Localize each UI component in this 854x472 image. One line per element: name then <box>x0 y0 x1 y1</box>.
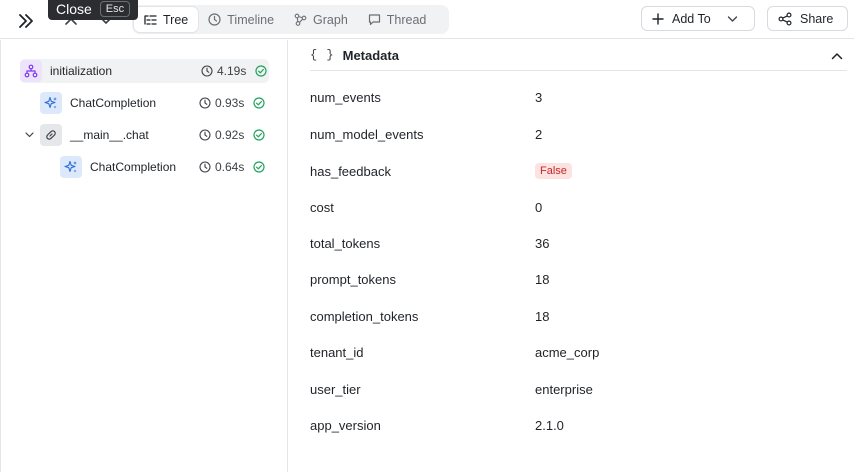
sparkle-icon <box>40 92 62 114</box>
metadata-row: user_tier enterprise <box>310 379 840 399</box>
double-chevron-right-icon <box>19 14 33 28</box>
tab-graph[interactable]: Graph <box>284 7 358 32</box>
tab-timeline[interactable]: Timeline <box>198 7 284 32</box>
tree-list-icon <box>144 14 157 25</box>
metadata-key: has_feedback <box>310 163 391 179</box>
expand-panel-button[interactable] <box>13 10 39 32</box>
hierarchy-icon <box>20 60 42 82</box>
share-icon <box>778 12 792 26</box>
check-circle-icon <box>253 161 265 173</box>
braces-icon: { } <box>310 48 335 62</box>
chevron-down-icon <box>727 15 737 22</box>
add-to-button[interactable]: Add To <box>641 6 755 31</box>
clock-icon <box>199 161 211 173</box>
share-button[interactable]: Share <box>767 6 848 31</box>
view-tabs: Tree Timeline Graph Thread <box>132 5 449 34</box>
metadata-row: app_version 2.1.0 <box>310 415 840 435</box>
duration: 0.64s <box>215 160 245 174</box>
metadata-key: cost <box>310 199 334 215</box>
metadata-row: cost 0 <box>310 197 840 217</box>
metadata-value: 2 <box>535 126 543 142</box>
metadata-value: enterprise <box>535 381 593 397</box>
metadata-key: completion_tokens <box>310 308 419 324</box>
clock-icon <box>199 129 211 141</box>
metadata-value: acme_corp <box>535 344 600 360</box>
metadata-panel: { } Metadata num_events 3 num_model_even… <box>289 40 854 472</box>
metadata-row: tenant_id acme_corp <box>310 342 840 362</box>
false-badge: False <box>535 163 572 179</box>
tab-label: Tree <box>163 12 189 27</box>
duration: 0.92s <box>215 128 245 142</box>
clock-icon <box>199 97 211 109</box>
metadata-key: total_tokens <box>310 235 381 251</box>
tab-label: Timeline <box>227 12 275 27</box>
check-circle-icon <box>255 65 267 77</box>
close-tooltip: Close Esc <box>48 0 139 20</box>
metadata-row: prompt_tokens 18 <box>310 269 840 289</box>
metadata-section-header[interactable]: { } Metadata <box>310 40 847 71</box>
add-to-label: Add To <box>672 11 711 26</box>
tree-node-label: ChatCompletion <box>90 160 177 174</box>
metadata-value: 3 <box>535 89 543 105</box>
metadata-key: num_model_events <box>310 126 424 142</box>
check-circle-icon <box>253 97 265 109</box>
expand-toggle[interactable] <box>23 129 35 141</box>
metadata-row: num_events 3 <box>310 87 840 107</box>
tree-node-meta: 0.64s <box>199 160 265 174</box>
tree-node-meta: 4.19s <box>201 64 267 78</box>
metadata-value: 0 <box>535 199 543 215</box>
metadata-value: 18 <box>535 308 550 324</box>
chat-bubble-icon <box>368 14 380 26</box>
collapse-button[interactable] <box>829 48 845 64</box>
metadata-key: user_tier <box>310 381 361 397</box>
tree-node-meta: 0.93s <box>199 96 265 110</box>
plus-icon <box>652 12 664 25</box>
metadata-row: has_feedback False <box>310 161 840 181</box>
section-title: Metadata <box>342 47 399 63</box>
graph-icon <box>294 13 307 26</box>
tooltip-label: Close <box>56 1 92 17</box>
tree-node-chatcompletion[interactable]: ChatCompletion <box>40 91 200 115</box>
duration: 4.19s <box>217 64 247 78</box>
metadata-key: tenant_id <box>310 344 364 360</box>
metadata-row: total_tokens 36 <box>310 233 840 253</box>
sparkle-icon <box>60 156 82 178</box>
chevron-down-icon <box>24 132 34 138</box>
share-label: Share <box>800 11 834 26</box>
metadata-key: prompt_tokens <box>310 271 396 287</box>
link-icon <box>40 124 62 146</box>
tree-node-label: initialization <box>50 64 113 78</box>
tree-node-meta: 0.92s <box>199 128 265 142</box>
tab-tree[interactable]: Tree <box>134 7 199 32</box>
tree-node-label: ChatCompletion <box>70 96 157 110</box>
keyboard-shortcut: Esc <box>99 1 131 17</box>
metadata-value: 36 <box>535 235 550 251</box>
metadata-key: app_version <box>310 417 381 433</box>
span-tree: initialization 4.19s ChatCompletion 0.93… <box>0 40 288 472</box>
top-bar: Close Esc Tree Timeline Graph Thread Add… <box>0 0 854 39</box>
tree-node-chatcompletion-child[interactable]: ChatCompletion <box>60 155 200 179</box>
metadata-value: 2.1.0 <box>535 417 564 433</box>
duration: 0.93s <box>215 96 245 110</box>
metadata-value: 18 <box>535 271 550 287</box>
metadata-key: num_events <box>310 89 381 105</box>
tree-node-main-chat[interactable]: __main__.chat <box>40 123 200 147</box>
metadata-row: completion_tokens 18 <box>310 306 840 326</box>
check-circle-icon <box>253 129 265 141</box>
chevron-up-icon <box>831 53 843 60</box>
clock-icon <box>208 13 221 26</box>
tab-thread[interactable]: Thread <box>358 7 437 32</box>
metadata-row: num_model_events 2 <box>310 124 840 144</box>
tab-label: Graph <box>313 12 348 27</box>
tree-node-label: __main__.chat <box>70 128 149 142</box>
clock-icon <box>201 65 213 77</box>
tab-label: Thread <box>386 12 427 27</box>
